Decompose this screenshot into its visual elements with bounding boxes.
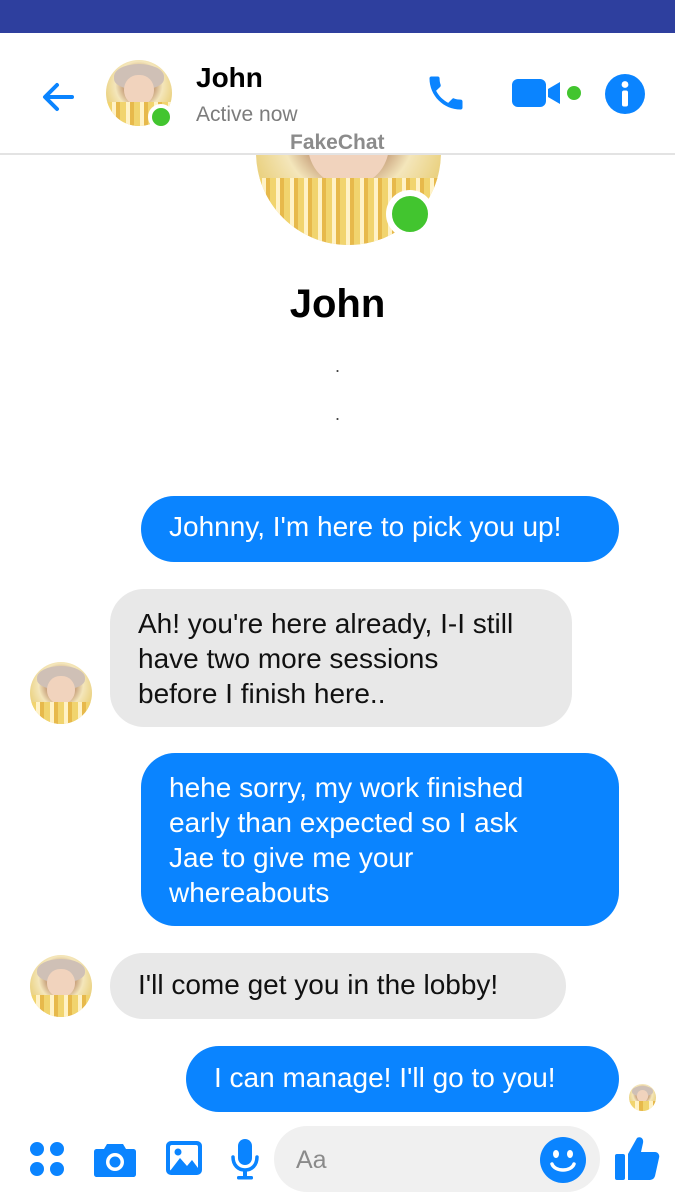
profile-name: John (289, 282, 386, 326)
info-icon (605, 74, 645, 114)
emoji-icon (540, 1137, 586, 1183)
profile-detail-line: . (334, 356, 340, 376)
contact-avatar[interactable] (106, 60, 174, 130)
like-button[interactable] (612, 1132, 662, 1184)
apps-button[interactable] (26, 1138, 68, 1180)
back-button[interactable] (34, 73, 82, 121)
video-call-button[interactable] (506, 71, 590, 115)
voice-button[interactable] (227, 1136, 263, 1182)
message-text: before I finish here.. (138, 678, 386, 709)
message-text: Jae to give me your (169, 842, 414, 873)
info-button[interactable] (602, 71, 648, 117)
camera-button[interactable] (92, 1136, 138, 1182)
avatar (30, 662, 92, 724)
message-input-placeholder: Aa (296, 1146, 327, 1174)
profile-online-indicator (386, 190, 434, 238)
gallery-button[interactable] (162, 1136, 206, 1180)
profile-detail-line: . (334, 404, 340, 424)
apps-grid-icon (30, 1142, 64, 1176)
message-text: I can manage! I'll go to you! (214, 1062, 556, 1093)
message-bubble-outgoing[interactable]: I can manage! I'll go to you! (186, 1046, 619, 1112)
watermark: FakeChat (290, 131, 385, 154)
avatar (629, 1084, 656, 1111)
message-text: I'll come get you in the lobby! (138, 969, 499, 1000)
status-bar (0, 0, 675, 33)
avatar (30, 955, 92, 1017)
read-receipt-avatar (629, 1084, 656, 1111)
message-text: Ah! you're here already, I-I still (138, 608, 514, 639)
sender-avatar[interactable] (30, 662, 92, 724)
call-button[interactable] (420, 67, 472, 119)
microphone-icon (231, 1139, 259, 1180)
message-text: have two more sessions (138, 643, 439, 674)
header-contact-status: Active now (196, 103, 298, 126)
message-bubble-incoming[interactable]: I'll come get you in the lobby! (110, 953, 566, 1019)
back-arrow-icon (43, 83, 74, 111)
thumbs-up-icon (615, 1137, 660, 1180)
message-bubble-outgoing[interactable]: Johnny, I'm here to pick you up! (141, 496, 619, 562)
image-icon (166, 1141, 202, 1175)
phone-icon (429, 76, 463, 110)
emoji-button[interactable] (538, 1135, 588, 1185)
message-text: hehe sorry, my work finished (169, 772, 524, 803)
header-contact-name[interactable]: John (196, 62, 263, 94)
message-text: early than expected so I ask (169, 807, 518, 838)
message-bubble-outgoing[interactable]: hehe sorry, my work finished early than … (141, 753, 619, 926)
camera-icon (94, 1144, 136, 1177)
message-text: whereabouts (169, 877, 330, 908)
sender-avatar[interactable] (30, 955, 92, 1017)
online-indicator (148, 104, 174, 130)
message-text: Johnny, I'm here to pick you up! (169, 511, 562, 542)
message-bubble-incoming[interactable]: Ah! you're here already, I-I still have … (110, 589, 572, 727)
video-camera-icon (512, 79, 581, 107)
